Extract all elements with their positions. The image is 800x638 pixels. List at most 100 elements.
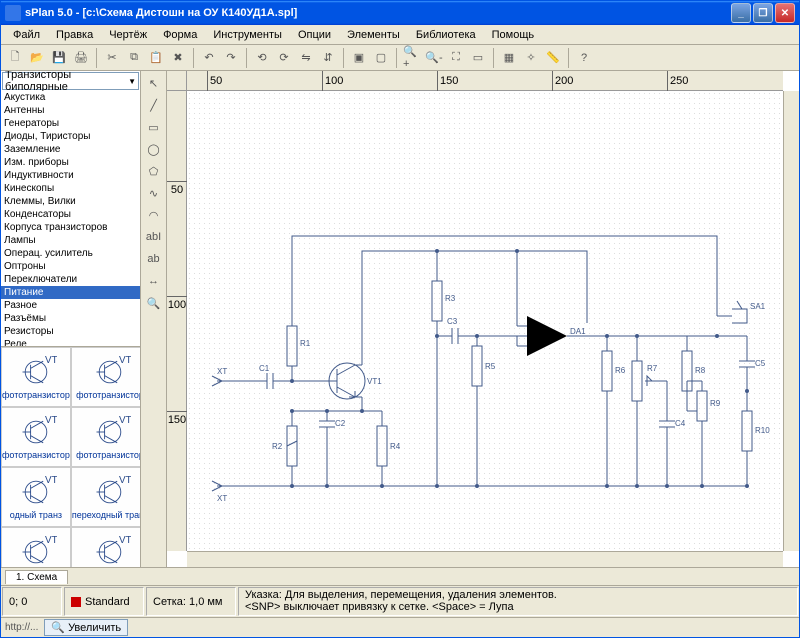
category-item[interactable]: Акустика [1, 91, 140, 104]
measure-icon[interactable]: 📏 [543, 48, 563, 68]
separator [396, 48, 397, 68]
rect-icon[interactable]: ▭ [144, 117, 164, 137]
drawing-toolstrip: ↖╱▭◯⬠∿◠abIab↔🔍 [141, 71, 167, 567]
symbol-npn2[interactable]: VT0NPN-Transistor [71, 527, 140, 567]
redo-icon[interactable]: ↷ [221, 48, 241, 68]
copy-icon[interactable]: ⧉ [124, 48, 144, 68]
pointer-icon[interactable]: ↖ [144, 73, 164, 93]
category-item[interactable]: Питание [1, 286, 140, 299]
paste-icon[interactable]: 📋 [146, 48, 166, 68]
category-item[interactable]: Переключатели [1, 273, 140, 286]
symbol-grid[interactable]: VT0фототранзисторVT0фототранзисторVT0фот… [1, 346, 140, 567]
zoom-fit-icon[interactable]: ⛶ [446, 48, 466, 68]
category-item[interactable]: Разъёмы [1, 312, 140, 325]
menu-4[interactable]: Инструменты [205, 27, 290, 43]
svg-text:C5: C5 [755, 359, 766, 368]
category-list[interactable]: АкустикаАнтенныГенераторыДиоды, Тиристор… [1, 91, 140, 346]
status-hint-1: Указка: Для выделения, перемещения, удал… [245, 589, 557, 601]
close-button[interactable]: ✕ [775, 3, 795, 23]
status-layer-text: Standard [85, 596, 130, 608]
bezier-icon[interactable]: ∿ [144, 183, 164, 203]
menu-6[interactable]: Элементы [339, 27, 408, 43]
category-item[interactable]: Резисторы [1, 325, 140, 338]
library-dropdown[interactable]: Транзисторы биполярные ▼ [2, 72, 139, 90]
group-icon[interactable]: ▣ [349, 48, 369, 68]
menu-5[interactable]: Опции [290, 27, 339, 43]
symbol-npn-photo2[interactable]: VT0фототранзистор [71, 407, 140, 467]
schematic-canvas[interactable]: XT C1 R1 VT1 [187, 91, 783, 551]
category-item[interactable]: Оптроны [1, 260, 140, 273]
category-item[interactable]: Заземление [1, 143, 140, 156]
zoom-page-icon[interactable]: ▭ [468, 48, 488, 68]
separator [96, 48, 97, 68]
svg-text:SA1: SA1 [750, 302, 766, 311]
category-item[interactable]: Антенны [1, 104, 140, 117]
symbol-npn[interactable]: VT0NPN-Transistor [1, 527, 71, 567]
category-item[interactable]: Корпуса транзисторов [1, 221, 140, 234]
text-bold-icon[interactable]: ab [144, 249, 164, 269]
dimension-icon[interactable]: ↔ [144, 271, 164, 291]
separator [246, 48, 247, 68]
svg-text:VT0: VT0 [45, 475, 57, 486]
snap-icon[interactable]: ✧ [521, 48, 541, 68]
category-item[interactable]: Диоды, Тиристоры [1, 130, 140, 143]
help-icon[interactable]: ? [574, 48, 594, 68]
category-item[interactable]: Индуктивности [1, 169, 140, 182]
menu-0[interactable]: Файл [5, 27, 48, 43]
symbol-label: фототранзистор [2, 390, 70, 400]
status-coords-text: 0; 0 [9, 596, 27, 608]
category-item[interactable]: Реле [1, 338, 140, 346]
menu-8[interactable]: Помощь [484, 27, 543, 43]
symbol-pnp-photo[interactable]: VT0фототранзистор [1, 347, 71, 407]
mirror-v-icon[interactable]: ⇵ [318, 48, 338, 68]
circle-icon[interactable]: ◯ [144, 139, 164, 159]
maximize-button[interactable]: ❐ [753, 3, 773, 23]
menu-1[interactable]: Правка [48, 27, 101, 43]
category-item[interactable]: Клеммы, Вилки [1, 195, 140, 208]
menu-2[interactable]: Чертёж [101, 27, 155, 43]
horizontal-scrollbar[interactable] [187, 551, 783, 567]
ungroup-icon[interactable]: ▢ [371, 48, 391, 68]
menu-7[interactable]: Библиотека [408, 27, 484, 43]
rotate-right-icon[interactable]: ⟳ [274, 48, 294, 68]
text-icon[interactable]: abI [144, 227, 164, 247]
rotate-left-icon[interactable]: ⟲ [252, 48, 272, 68]
menu-3[interactable]: Форма [155, 27, 205, 43]
print-icon[interactable]: 🖨 [71, 48, 91, 68]
save-icon[interactable]: 💾 [49, 48, 69, 68]
cut-icon[interactable]: ✂ [102, 48, 122, 68]
category-item[interactable]: Разное [1, 299, 140, 312]
sheet-tab[interactable]: 1. Схема [5, 570, 68, 584]
minimize-button[interactable]: _ [731, 3, 751, 23]
zoom-in-icon[interactable]: 🔍+ [402, 48, 422, 68]
line-icon[interactable]: ╱ [144, 95, 164, 115]
zoom-icon[interactable]: 🔍 [144, 293, 164, 313]
grid-icon[interactable]: ▦ [499, 48, 519, 68]
category-item[interactable]: Конденсаторы [1, 208, 140, 221]
titlebar[interactable]: sPlan 5.0 - [с:\Схема Дистошн на ОУ К140… [1, 1, 799, 25]
symbol-pnp-photo2[interactable]: VT0фототранзистор [1, 407, 71, 467]
category-item[interactable]: Операц. усилитель [1, 247, 140, 260]
zoom-button[interactable]: 🔍 Увеличить [44, 619, 128, 636]
category-item[interactable]: Генераторы [1, 117, 140, 130]
symbol-npn-photo[interactable]: VT0фототранзистор [71, 347, 140, 407]
zoom-out-icon[interactable]: 🔍- [424, 48, 444, 68]
polygon-icon[interactable]: ⬠ [144, 161, 164, 181]
app-icon [5, 5, 21, 21]
category-item[interactable]: Лампы [1, 234, 140, 247]
undo-icon[interactable]: ↶ [199, 48, 219, 68]
symbol-uni2[interactable]: VT0переходный транз [71, 467, 140, 527]
category-item[interactable]: Кинескопы [1, 182, 140, 195]
vertical-scrollbar[interactable] [783, 91, 799, 551]
svg-text:VT0: VT0 [119, 535, 131, 546]
new-icon[interactable]: 🗋 [5, 48, 25, 68]
delete-icon[interactable]: ✖ [168, 48, 188, 68]
symbol-uni1[interactable]: VT0одный транз [1, 467, 71, 527]
open-icon[interactable]: 📂 [27, 48, 47, 68]
symbol-label: переходный транз [72, 510, 140, 520]
status-hint: Указка: Для выделения, перемещения, удал… [238, 587, 798, 616]
category-item[interactable]: Изм. приборы [1, 156, 140, 169]
svg-text:XT: XT [217, 367, 227, 376]
arc-icon[interactable]: ◠ [144, 205, 164, 225]
mirror-h-icon[interactable]: ⇋ [296, 48, 316, 68]
